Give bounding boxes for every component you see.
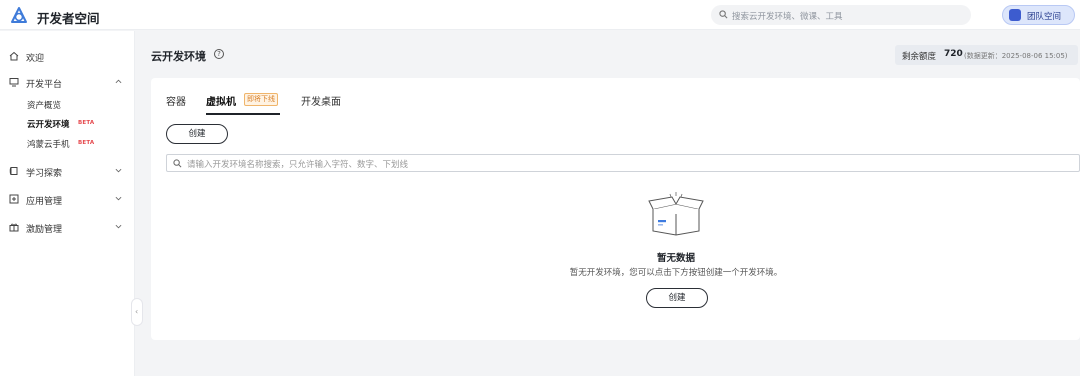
search-icon (173, 159, 182, 168)
sidebar-subitem-label: 云开发环境 (27, 120, 70, 130)
home-icon (9, 51, 19, 61)
quota-value: 720 (944, 49, 963, 59)
beta-badge: BETA (78, 120, 95, 126)
chevron-down-icon (115, 196, 122, 201)
sidebar: 欢迎 开发平台 资产概览 云开发环境 BETA 鸿蒙云手机 BETA 学习探索 (0, 31, 135, 376)
monitor-icon (9, 78, 19, 87)
search-input[interactable]: 请输入开发环境名称搜索，只允许输入字符、数字、下划线 (166, 154, 1080, 172)
sidebar-item-label: 欢迎 (26, 54, 45, 64)
sidebar-subitem-asset-overview[interactable]: 资产概览 (0, 95, 135, 113)
gift-icon (9, 223, 19, 232)
sidebar-subitem-cloud-dev-env[interactable]: 云开发环境 BETA (0, 114, 135, 132)
team-space-label: 团队空间 (1027, 12, 1062, 22)
empty-state-title: 暂无数据 (656, 253, 695, 264)
help-icon[interactable]: ? (214, 49, 224, 59)
sidebar-collapse-button[interactable]: ‹ (131, 298, 143, 326)
chevron-up-icon (115, 79, 122, 84)
create-button[interactable]: 创建 (166, 124, 228, 144)
search-placeholder: 搜索云开发环境、微课、工具 (732, 12, 843, 22)
sidebar-subitem-label: 资产概览 (27, 101, 62, 111)
sidebar-item-welcome[interactable]: 欢迎 (0, 46, 135, 66)
team-space-button[interactable]: 团队空间 (1002, 5, 1075, 25)
chevron-down-icon (115, 224, 122, 229)
sidebar-item-label: 学习探索 (26, 169, 63, 179)
chevron-down-icon (115, 168, 122, 173)
brand-title: 开发者空间 (37, 11, 100, 26)
tab-virtual-machine[interactable]: 虚拟机 (206, 93, 236, 108)
global-search[interactable]: 搜索云开发环境、微课、工具 (711, 5, 971, 25)
sidebar-item-label: 激励管理 (26, 225, 63, 235)
beta-badge: BETA (78, 140, 95, 146)
active-tab-indicator (206, 113, 280, 115)
deprecation-badge: 即将下线 (244, 93, 278, 106)
sidebar-item-label: 应用管理 (26, 197, 63, 207)
sidebar-subitem-cloud-phone[interactable]: 鸿蒙云手机 BETA (0, 134, 135, 152)
sidebar-subitem-label: 鸿蒙云手机 (27, 140, 70, 150)
sidebar-item-app-management[interactable]: 应用管理 (0, 189, 135, 209)
page-title: 云开发环境 (151, 50, 206, 63)
tab-container[interactable]: 容器 (166, 93, 186, 108)
cloud-logo-icon (11, 7, 27, 23)
sidebar-item-dev-platform[interactable]: 开发平台 (0, 72, 135, 92)
empty-box-icon (648, 192, 704, 236)
sidebar-item-incentive[interactable]: 激励管理 (0, 217, 135, 237)
main-card: 容器 虚拟机 即将下线 开发桌面 创建 请输入开发环境名称搜索，只允许输入字符、… (151, 78, 1080, 340)
quota-update-note: (数据更新：2025-08-06 15:05) (964, 52, 1068, 60)
book-icon (9, 167, 18, 175)
chevron-left-icon: ‹ (135, 307, 139, 316)
team-icon (1009, 9, 1021, 21)
top-bar: 开发者空间 搜索云开发环境、微课、工具 团队空间 (0, 0, 1080, 30)
empty-state-description: 暂无开发环境，您可以点击下方按钮创建一个开发环境。 (569, 268, 783, 278)
tab-dev-desktop[interactable]: 开发桌面 (301, 93, 341, 108)
quota-panel: 剩余额度 720 (数据更新：2025-08-06 15:05) (895, 45, 1078, 65)
quota-label: 剩余额度 (902, 52, 937, 62)
sidebar-item-label: 开发平台 (26, 80, 63, 90)
search-icon (719, 10, 728, 19)
sidebar-item-learning[interactable]: 学习探索 (0, 161, 135, 181)
search-placeholder: 请输入开发环境名称搜索，只允许输入字符、数字、下划线 (187, 160, 409, 170)
apps-icon (9, 194, 19, 204)
empty-create-button[interactable]: 创建 (646, 288, 708, 308)
